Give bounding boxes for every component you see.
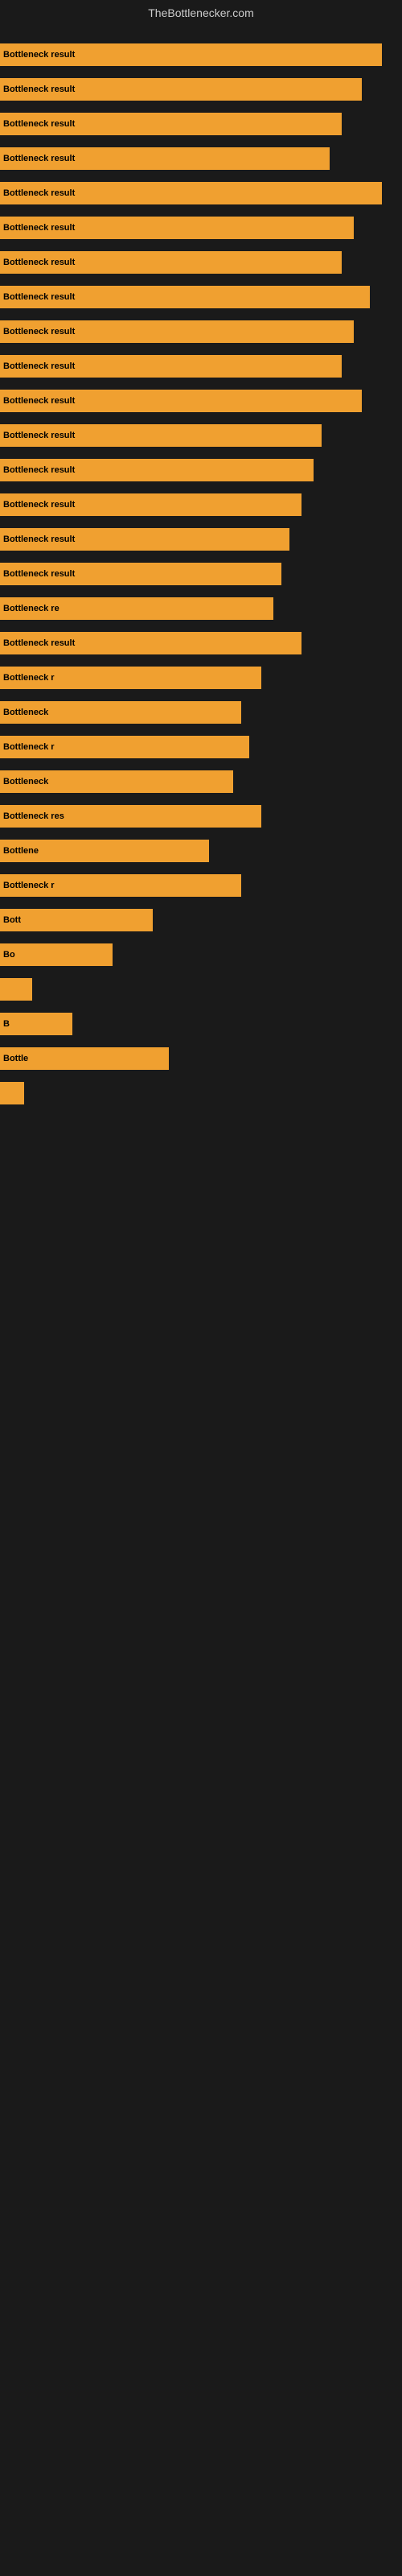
bar-item: Bottleneck result: [0, 528, 402, 551]
bar-fill: Bottleneck result: [0, 459, 314, 481]
bar-item: Bottleneck: [0, 701, 402, 724]
bar-item: Bottleneck result: [0, 217, 402, 239]
bar-label: Bottleneck result: [3, 50, 75, 60]
bar-label: Bottleneck result: [3, 361, 75, 371]
bar-label: Bottleneck result: [3, 500, 75, 510]
bar-label: Bott: [3, 915, 21, 925]
bar-item: Bottle: [0, 1047, 402, 1070]
bar-fill: Bottleneck res: [0, 805, 261, 828]
bar-item: Bottleneck result: [0, 355, 402, 378]
bar-item: Bottleneck result: [0, 78, 402, 101]
bar-label: Bottleneck res: [3, 811, 64, 821]
bar-fill: Bott: [0, 909, 153, 931]
bar-item: [0, 978, 402, 1001]
bar-item: Bott: [0, 909, 402, 931]
bar-item: Bottleneck r: [0, 667, 402, 689]
bar-label: Bottle: [3, 1054, 28, 1063]
bar-label: Bottleneck result: [3, 188, 75, 198]
bar-fill: Bottleneck result: [0, 147, 330, 170]
bar-fill: [0, 978, 32, 1001]
bar-fill: Bottleneck r: [0, 736, 249, 758]
bar-fill: Bottlene: [0, 840, 209, 862]
bar-label: Bottleneck result: [3, 431, 75, 440]
bar-label: Bottlene: [3, 846, 39, 856]
bar-fill: Bottleneck r: [0, 667, 261, 689]
bar-fill: Bottleneck result: [0, 528, 289, 551]
bar-label: Bottleneck re: [3, 604, 59, 613]
bar-item: Bottleneck result: [0, 147, 402, 170]
bar-item: B: [0, 1013, 402, 1035]
bar-fill: Bottleneck result: [0, 563, 281, 585]
bar-item: Bottleneck res: [0, 805, 402, 828]
bar-item: Bottleneck: [0, 770, 402, 793]
bar-fill: Bottleneck result: [0, 390, 362, 412]
bar-fill: Bottle: [0, 1047, 169, 1070]
bar-fill: Bottleneck result: [0, 493, 302, 516]
bar-item: Bottleneck re: [0, 597, 402, 620]
bar-item: Bottleneck result: [0, 251, 402, 274]
bar-item: Bottleneck result: [0, 286, 402, 308]
bar-fill: Bottleneck result: [0, 320, 354, 343]
bar-label: B: [3, 1019, 10, 1029]
bar-label: Bottleneck result: [3, 327, 75, 336]
bar-label: Bottleneck r: [3, 881, 55, 890]
bar-label: Bottleneck: [3, 708, 48, 717]
bar-fill: Bottleneck result: [0, 251, 342, 274]
bar-item: Bottleneck result: [0, 390, 402, 412]
bar-item: Bottleneck r: [0, 736, 402, 758]
bar-fill: Bottleneck r: [0, 874, 241, 897]
bar-fill: Bottleneck result: [0, 286, 370, 308]
chart-area: Bottleneck result Bottleneck result Bottle…: [0, 26, 402, 2562]
bar-fill: Bottleneck re: [0, 597, 273, 620]
bar-item: Bottleneck result: [0, 424, 402, 447]
bar-label: Bottleneck result: [3, 569, 75, 579]
bar-fill: Bottleneck result: [0, 182, 382, 204]
bar-fill: B: [0, 1013, 72, 1035]
bar-item: Bottleneck result: [0, 113, 402, 135]
bar-label: Bottleneck r: [3, 742, 55, 752]
bar-item: Bottleneck result: [0, 182, 402, 204]
bar-label: Bottleneck result: [3, 638, 75, 648]
bar-item: Bottleneck result: [0, 43, 402, 66]
bar-fill: Bottleneck result: [0, 632, 302, 654]
bar-label: Bottleneck result: [3, 258, 75, 267]
bar-label: Bottleneck result: [3, 535, 75, 544]
bar-item: Bottleneck result: [0, 493, 402, 516]
bar-item: Bottlene: [0, 840, 402, 862]
bar-label: Bottleneck result: [3, 465, 75, 475]
bar-item: Bottleneck r: [0, 874, 402, 897]
bar-fill: Bottleneck result: [0, 217, 354, 239]
site-title: TheBottlenecker.com: [0, 0, 402, 26]
bar-label: Bottleneck: [3, 777, 48, 786]
bar-item: Bottleneck result: [0, 459, 402, 481]
bar-fill: Bottleneck result: [0, 113, 342, 135]
bar-label: Bo: [3, 950, 15, 960]
bar-fill: [0, 1082, 24, 1104]
bar-label: Bottleneck result: [3, 85, 75, 94]
bar-fill: Bottleneck result: [0, 78, 362, 101]
bar-fill: Bottleneck: [0, 701, 241, 724]
bar-fill: Bottleneck result: [0, 355, 342, 378]
site-title-bar: TheBottlenecker.com: [0, 0, 402, 26]
bar-item: Bottleneck result: [0, 320, 402, 343]
bar-fill: Bottleneck result: [0, 43, 382, 66]
bar-fill: Bo: [0, 943, 113, 966]
bar-label: Bottleneck result: [3, 396, 75, 406]
bar-item: Bottleneck result: [0, 632, 402, 654]
bar-label: Bottleneck result: [3, 119, 75, 129]
bar-label: Bottleneck result: [3, 292, 75, 302]
bar-item: Bo: [0, 943, 402, 966]
bar-label: Bottleneck result: [3, 223, 75, 233]
bar-fill: Bottleneck result: [0, 424, 322, 447]
bar-fill: Bottleneck: [0, 770, 233, 793]
bar-label: Bottleneck r: [3, 673, 55, 683]
bar-label: Bottleneck result: [3, 154, 75, 163]
bar-item: [0, 1082, 402, 1104]
bar-item: Bottleneck result: [0, 563, 402, 585]
